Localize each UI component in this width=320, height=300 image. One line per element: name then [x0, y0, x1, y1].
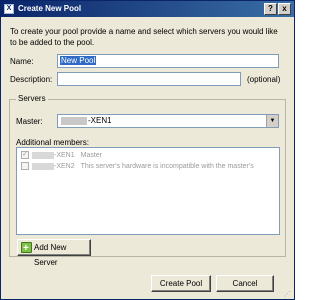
add-new-server-button[interactable]: + Add New Server [17, 239, 91, 267]
master-value: -XEN1 [88, 116, 112, 125]
description-label: Description: [10, 75, 53, 84]
servers-group-title: Servers [16, 94, 48, 103]
name-label: Name: [10, 57, 34, 66]
chevron-down-icon[interactable]: ▼ [266, 115, 278, 127]
member-checkbox-checked[interactable]: ✓ [21, 151, 29, 160]
create-pool-dialog: X Create New Pool ? x To create your poo… [0, 0, 295, 300]
member-name: -XEN2 [54, 163, 75, 170]
add-server-icon: + [21, 242, 32, 254]
window-title: Create New Pool [18, 4, 82, 13]
cancel-button[interactable]: Cancel [216, 275, 274, 292]
redacted-name [32, 151, 54, 159]
description-field[interactable] [57, 72, 241, 86]
close-button[interactable]: x [278, 3, 291, 15]
member-checkbox[interactable] [21, 162, 29, 171]
redacted-name [61, 116, 87, 125]
resize-grip-icon[interactable]: ⋰ [284, 290, 293, 299]
master-label: Master: [16, 117, 43, 126]
title-bar[interactable]: X Create New Pool ? x [1, 1, 294, 17]
additional-members-label: Additional members: [16, 138, 89, 147]
list-item[interactable]: -XEN2 This server's hardware is incompati… [21, 162, 254, 172]
intro-text: To create your pool provide a name and s… [10, 27, 278, 47]
list-item[interactable]: ✓ -XEN1 Master [21, 151, 102, 161]
help-button[interactable]: ? [264, 3, 277, 15]
redacted-name [32, 162, 54, 170]
members-list: ✓ -XEN1 Master -XEN2 This server's hardware… [16, 147, 280, 235]
app-icon: X [4, 4, 14, 14]
name-field[interactable]: New Pool [57, 54, 279, 68]
name-value: New Pool [60, 56, 97, 65]
create-pool-button[interactable]: Create Pool [151, 275, 211, 292]
member-name: -XEN1 [54, 152, 75, 159]
member-note: Master [80, 152, 103, 159]
master-select[interactable]: -XEN1 ▼ [57, 114, 279, 128]
optional-hint: (optional) [247, 75, 281, 84]
add-new-server-label: Add New Server [34, 243, 67, 267]
member-note: This server's hardware is incompatible w… [80, 163, 254, 170]
